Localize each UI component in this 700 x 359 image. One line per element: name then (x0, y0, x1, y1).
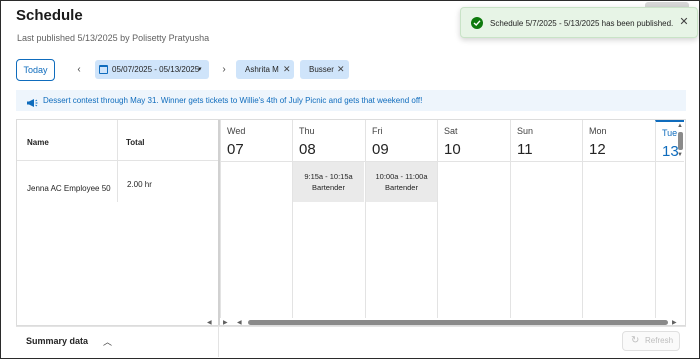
toast-message: Schedule 5/7/2025 - 5/13/2025 has been p… (490, 19, 674, 28)
scroll-down-icon[interactable]: ▼ (677, 152, 683, 158)
next-week-icon[interactable]: › (218, 63, 230, 77)
last-published-text: Last published 5/13/2025 by Polisetty Pr… (17, 33, 210, 43)
shift-role: Bartender (385, 183, 418, 192)
shift-role: Bartender (312, 183, 345, 192)
summary-data-toggle[interactable]: Summary data (26, 336, 88, 346)
employee-total-hours: 2.00 hr (127, 180, 152, 189)
refresh-button[interactable]: ↻ Refresh (622, 331, 680, 351)
day-column-thu[interactable]: Thu 08 (292, 120, 364, 318)
day-number: 09 (372, 141, 389, 158)
day-name: Fri (372, 126, 383, 136)
filter-chip-label: Ashrita M (245, 65, 279, 74)
refresh-icon: ↻ (631, 335, 640, 346)
date-range-text: 05/07/2025 - 05/13/2025 (112, 65, 200, 74)
day-number: 12 (589, 141, 606, 158)
filter-chip-label: Busser (309, 65, 334, 74)
today-button[interactable]: Today (16, 59, 55, 81)
day-number: 11 (517, 141, 533, 158)
day-name: Mon (589, 126, 607, 136)
chevron-down-icon: ▾ (198, 66, 202, 73)
schedule-grid: Name Total Jenna AC Employee 50 2.00 hr … (16, 119, 686, 326)
day-number: 08 (299, 141, 316, 158)
announcement-banner: Dessert contest through May 31. Winner g… (16, 90, 686, 111)
day-column-mon[interactable]: Mon 12 (582, 120, 654, 318)
filter-chip-busser: Busser ✕ (300, 60, 349, 79)
chevron-up-icon[interactable]: ︿ (103, 335, 112, 348)
day-number: 07 (227, 141, 244, 158)
day-name: Sun (517, 126, 534, 136)
app-window: Schedule Last published 5/13/2025 by Pol… (0, 0, 700, 359)
page-title: Schedule (16, 7, 83, 24)
calendar-icon (99, 65, 108, 74)
summary-footer: Summary data ︿ ↻ Refresh (16, 326, 686, 357)
total-column-header[interactable]: Total (126, 138, 145, 147)
day-number: 10 (444, 141, 461, 158)
filter-chip-ashrita: Ashrita M ✕ (236, 60, 294, 79)
toast-close-icon[interactable]: ✕ (677, 15, 691, 29)
name-column-header[interactable]: Name (27, 138, 49, 147)
employee-pane: Name Total Jenna AC Employee 50 2.00 hr … (17, 120, 228, 326)
refresh-label: Refresh (645, 336, 674, 345)
day-column-fri[interactable]: Fri 09 (365, 120, 437, 318)
employee-name[interactable]: Jenna AC Employee 50 (27, 184, 111, 193)
day-column-sat[interactable]: Sat 10 (437, 120, 509, 318)
shift-card[interactable]: 10:00a - 11:00a Bartender (366, 162, 437, 202)
vertical-scrollbar-thumb[interactable] (678, 132, 683, 150)
scroll-left-icon[interactable]: ◀ (207, 319, 212, 326)
header-divider (17, 160, 220, 161)
horizontal-scrollbar-thumb[interactable] (248, 320, 668, 325)
shift-time: 10:00a - 11:00a (375, 172, 428, 181)
announcement-text: Dessert contest through May 31. Winner g… (43, 96, 423, 105)
shift-time: 9:15a - 10:15a (304, 172, 353, 181)
shift-card[interactable]: 9:15a - 10:15a Bartender (293, 162, 364, 202)
prev-week-icon[interactable]: ‹ (73, 63, 85, 77)
footer-divider (218, 327, 219, 357)
day-name: Thu (299, 126, 315, 136)
published-toast: Schedule 5/7/2025 - 5/13/2025 has been p… (460, 7, 698, 38)
week-days-pane: Wed 07 Thu 08 Fri 09 Sat 10 Sun 11 Mon 1… (220, 120, 684, 325)
scroll-up-icon[interactable]: ▲ (677, 123, 683, 129)
remove-filter-icon[interactable]: ✕ (337, 60, 345, 79)
column-divider (117, 120, 118, 202)
day-name: Sat (444, 126, 458, 136)
check-circle-icon (471, 17, 483, 29)
day-name: Wed (227, 126, 246, 136)
day-name: Tue (662, 128, 678, 138)
megaphone-icon (26, 95, 38, 107)
day-column-wed[interactable]: Wed 07 (220, 120, 292, 318)
day-column-sun[interactable]: Sun 11 (510, 120, 582, 318)
remove-filter-icon[interactable]: ✕ (283, 60, 291, 79)
scroll-right-icon[interactable]: ▶ (672, 319, 677, 326)
date-range-picker[interactable]: 05/07/2025 - 05/13/2025 ▾ (95, 60, 209, 79)
scroll-left-icon[interactable]: ◀ (237, 319, 242, 326)
